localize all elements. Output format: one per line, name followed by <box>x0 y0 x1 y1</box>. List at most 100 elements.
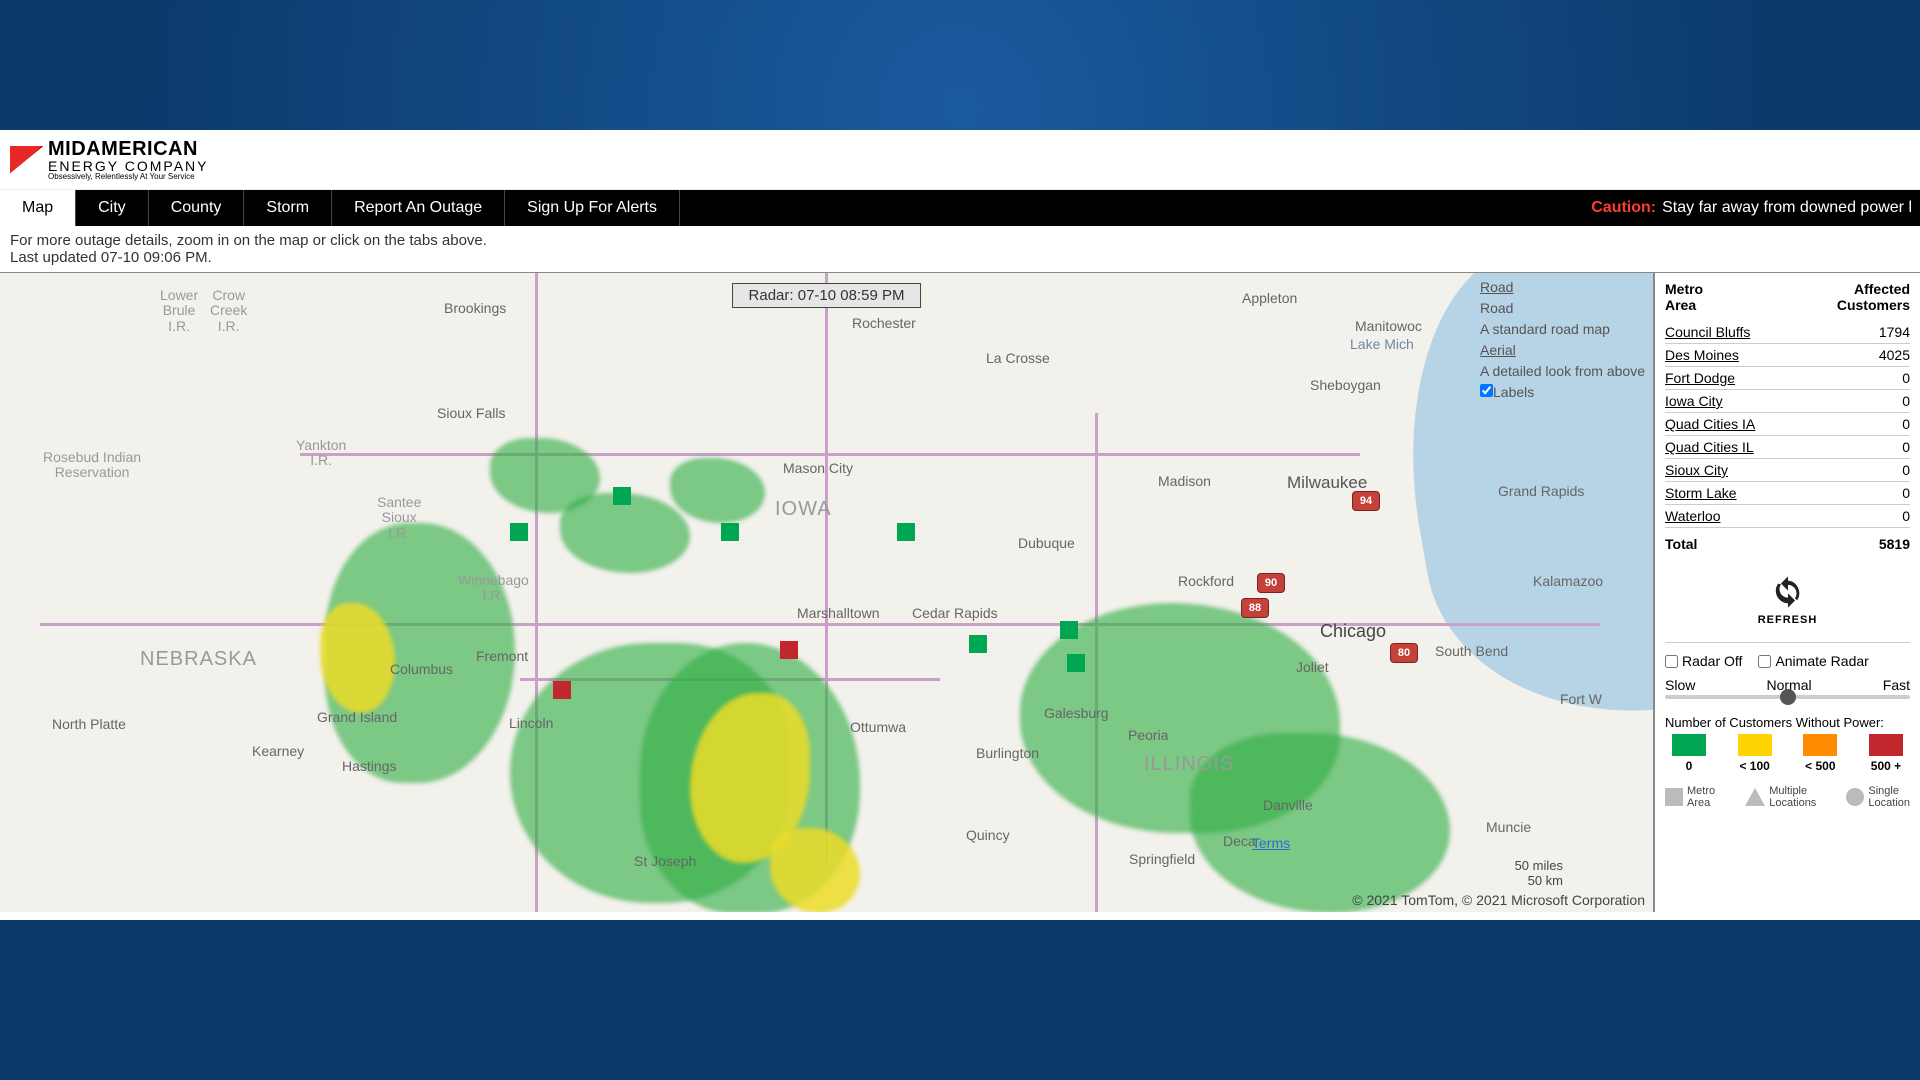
labels-checkbox[interactable] <box>1480 384 1493 397</box>
marker-quad-ia[interactable] <box>1060 621 1078 639</box>
legend-title: Number of Customers Without Power: <box>1665 715 1910 730</box>
marker-iowa-city[interactable] <box>969 635 987 653</box>
state-illinois: ILLINOIS <box>1144 753 1234 776</box>
mode-road-desc: A standard road map <box>1480 319 1645 340</box>
city-galesburg: Galesburg <box>1044 705 1109 721</box>
info-line1: For more outage details, zoom in on the … <box>10 232 1910 249</box>
shield-i90: 90 <box>1257 573 1285 593</box>
nav-county[interactable]: County <box>149 190 245 226</box>
shield-i88: 88 <box>1241 598 1269 618</box>
marker-waterloo[interactable] <box>897 523 915 541</box>
legend-colors: 0 < 100 < 500 500 + <box>1665 734 1910 773</box>
city-chicago: Chicago <box>1320 621 1386 642</box>
shape-single: Single Location <box>1846 785 1910 809</box>
state-iowa: IOWA <box>775 498 832 521</box>
city-columbus: Columbus <box>390 661 453 677</box>
res-lower-brule: Lower Brule I.R. <box>160 288 198 334</box>
city-mason-city: Mason City <box>783 460 853 476</box>
animate-radar-checkbox[interactable]: Animate Radar <box>1758 653 1868 669</box>
map-mode-panel: Road Road Road A standard road map Aeria… <box>1480 277 1645 403</box>
terms-link[interactable]: Terms <box>1252 835 1290 851</box>
legend-yellow <box>1738 734 1772 756</box>
outage-map[interactable]: IOWA NEBRASKA ILLINOIS Lower Brule I.R. … <box>0 273 1655 912</box>
marker-des-moines[interactable] <box>780 641 798 659</box>
res-santee: Santee Sioux I.R. <box>377 495 421 541</box>
logo-line2: ENERGY COMPANY <box>48 159 209 173</box>
mode-labels[interactable]: Labels <box>1480 382 1645 403</box>
radar-controls: Radar Off Animate Radar <box>1665 653 1910 669</box>
city-la-crosse: La Crosse <box>986 350 1050 366</box>
city-quincy: Quincy <box>966 827 1010 843</box>
city-danville: Danville <box>1263 797 1313 813</box>
speed-slider[interactable] <box>1665 695 1910 699</box>
lake-michigan-label: Lake Mich <box>1350 336 1414 352</box>
marker-fort-dodge[interactable] <box>721 523 739 541</box>
city-kalamazoo: Kalamazoo <box>1533 573 1603 589</box>
marker-storm-lake[interactable] <box>613 487 631 505</box>
table-row: Quad Cities IA0 <box>1665 413 1910 436</box>
shape-legend: Metro Area Multiple Locations Single Loc… <box>1665 785 1910 809</box>
scale-miles: 50 miles <box>1515 858 1563 873</box>
city-peoria: Peoria <box>1128 727 1168 743</box>
res-winnebago: Winnebago I.R. <box>458 573 529 604</box>
res-rosebud: Rosebud Indian Reservation <box>43 450 141 481</box>
nav-signup-alerts[interactable]: Sign Up For Alerts <box>505 190 680 226</box>
divider <box>1665 642 1910 643</box>
res-crow-creek: Crow Creek I.R. <box>210 288 247 334</box>
col-affected: Affected Customers <box>1800 279 1910 321</box>
marker-quad-il[interactable] <box>1067 654 1085 672</box>
table-row: Des Moines4025 <box>1665 344 1910 367</box>
shape-metro: Metro Area <box>1665 785 1715 809</box>
marker-sioux-city[interactable] <box>510 523 528 541</box>
nav-spacer <box>680 190 1591 226</box>
table-total: Total 5819 <box>1665 528 1910 556</box>
table-row: Waterloo0 <box>1665 505 1910 528</box>
shape-multi: Multiple Locations <box>1745 785 1816 809</box>
info-line2: Last updated 07-10 09:06 PM. <box>10 249 1910 266</box>
logo-line1: MIDAMERICAN <box>48 139 209 159</box>
shield-i80: 80 <box>1390 643 1418 663</box>
logo-icon <box>10 146 44 174</box>
nav-city[interactable]: City <box>76 190 149 226</box>
refresh-icon <box>1771 575 1805 609</box>
caution-label: Caution: <box>1591 199 1656 217</box>
scale-km: 50 km <box>1515 873 1563 888</box>
radar-timestamp: Radar: 07-10 08:59 PM <box>732 283 922 308</box>
refresh-label: REFRESH <box>1665 614 1910 626</box>
nav-bar: Map City County Storm Report An Outage S… <box>0 190 1920 226</box>
city-rockford: Rockford <box>1178 573 1234 589</box>
city-decatur: Deca <box>1223 833 1256 849</box>
city-st-joseph: St Joseph <box>634 853 696 869</box>
map-scale: 50 miles 50 km <box>1515 858 1563 888</box>
caution-message: Stay far away from downed power l <box>1662 199 1912 217</box>
refresh-button[interactable]: REFRESH <box>1665 575 1910 626</box>
info-strip: For more outage details, zoom in on the … <box>0 226 1920 272</box>
city-hastings: Hastings <box>342 758 396 774</box>
nav-map[interactable]: Map <box>0 190 76 226</box>
radar-off-checkbox[interactable]: Radar Off <box>1665 653 1742 669</box>
mode-road-title[interactable]: Road <box>1480 277 1645 298</box>
legend-green <box>1672 734 1706 756</box>
nav-storm[interactable]: Storm <box>244 190 332 226</box>
map-attribution: © 2021 TomTom, © 2021 Microsoft Corporat… <box>1352 892 1645 908</box>
marker-council-bluffs[interactable] <box>553 681 571 699</box>
company-logo[interactable]: MIDAMERICAN ENERGY COMPANY Obsessively, … <box>10 139 209 181</box>
table-row: Storm Lake0 <box>1665 482 1910 505</box>
city-dubuque: Dubuque <box>1018 535 1075 551</box>
table-row: Sioux City0 <box>1665 459 1910 482</box>
city-manitowoc: Manitowoc <box>1355 318 1422 334</box>
city-cedar-rapids: Cedar Rapids <box>912 605 998 621</box>
logo-text: MIDAMERICAN ENERGY COMPANY Obsessively, … <box>48 139 209 181</box>
city-brookings: Brookings <box>444 300 506 316</box>
mode-aerial-title[interactable]: Aerial <box>1480 340 1645 361</box>
city-rochester: Rochester <box>852 315 916 331</box>
res-yankton: Yankton I.R. <box>296 438 346 469</box>
road <box>300 453 1360 456</box>
nav-report-outage[interactable]: Report An Outage <box>332 190 505 226</box>
city-joliet: Joliet <box>1296 659 1329 675</box>
speed-fast: Fast <box>1883 677 1910 693</box>
legend-red <box>1869 734 1903 756</box>
city-grand-rapids: Grand Rapids <box>1498 483 1584 499</box>
city-sioux-falls: Sioux Falls <box>437 405 505 421</box>
header: MIDAMERICAN ENERGY COMPANY Obsessively, … <box>0 130 1920 190</box>
